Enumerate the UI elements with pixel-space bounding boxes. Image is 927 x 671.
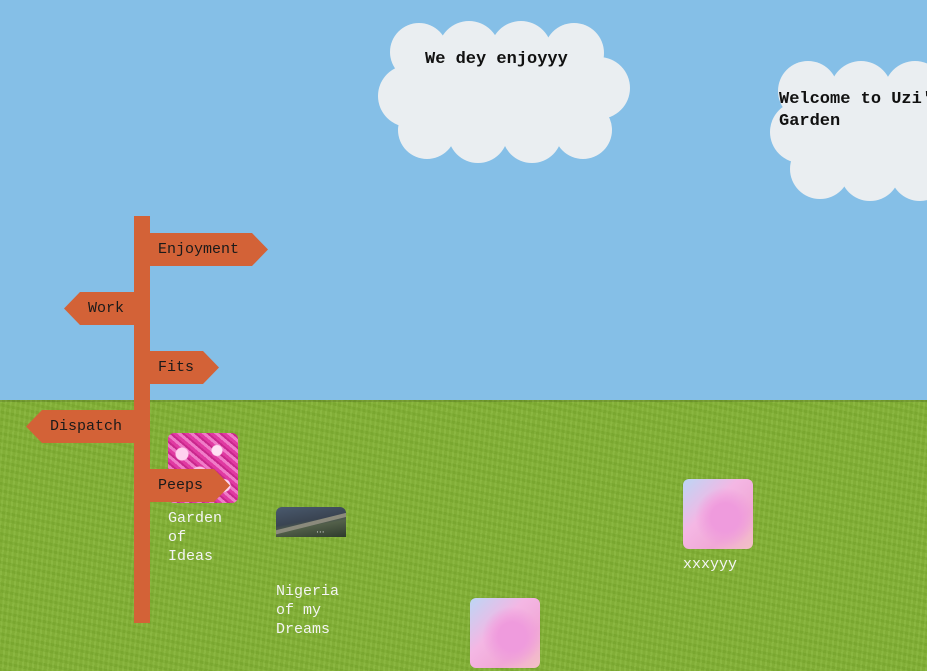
item-caption: Nigeria of my Dreams [276, 583, 340, 638]
cloud-title: Welcome to Uzi's Garden [779, 90, 927, 131]
signpost-pole [134, 216, 150, 623]
garden-item-xxxyyy[interactable]: xxxyyy [683, 479, 763, 574]
cloud-enjoy: We dey enjoyyy [378, 21, 630, 163]
sign-label: Fits [158, 359, 195, 376]
garden-item-untitled[interactable] [470, 598, 542, 668]
sign-enjoyment[interactable]: Enjoyment [150, 233, 268, 266]
sign-peeps[interactable]: Peeps [150, 469, 230, 502]
cloud-welcome: Welcome to Uzi's Garden [770, 61, 927, 203]
pink-gradient-thumbnail-icon [470, 598, 540, 668]
sign-label: Peeps [158, 477, 204, 494]
sign-label: Work [88, 300, 125, 317]
garden-item-nigeria-of-my-dreams[interactable]: ··· Nigeria of my Dreams [276, 507, 356, 639]
pink-gradient-thumbnail-icon [683, 479, 753, 549]
item-caption: xxxyyy [683, 556, 738, 573]
item-caption: Garden of Ideas [168, 510, 223, 565]
sign-label: Dispatch [50, 418, 123, 435]
cloud-title: We dey enjoyyy [425, 50, 568, 69]
sign-label: Enjoyment [158, 241, 240, 258]
sign-dispatch[interactable]: Dispatch [26, 410, 134, 443]
mountain-photo-thumbnail-icon: ··· [276, 507, 346, 537]
